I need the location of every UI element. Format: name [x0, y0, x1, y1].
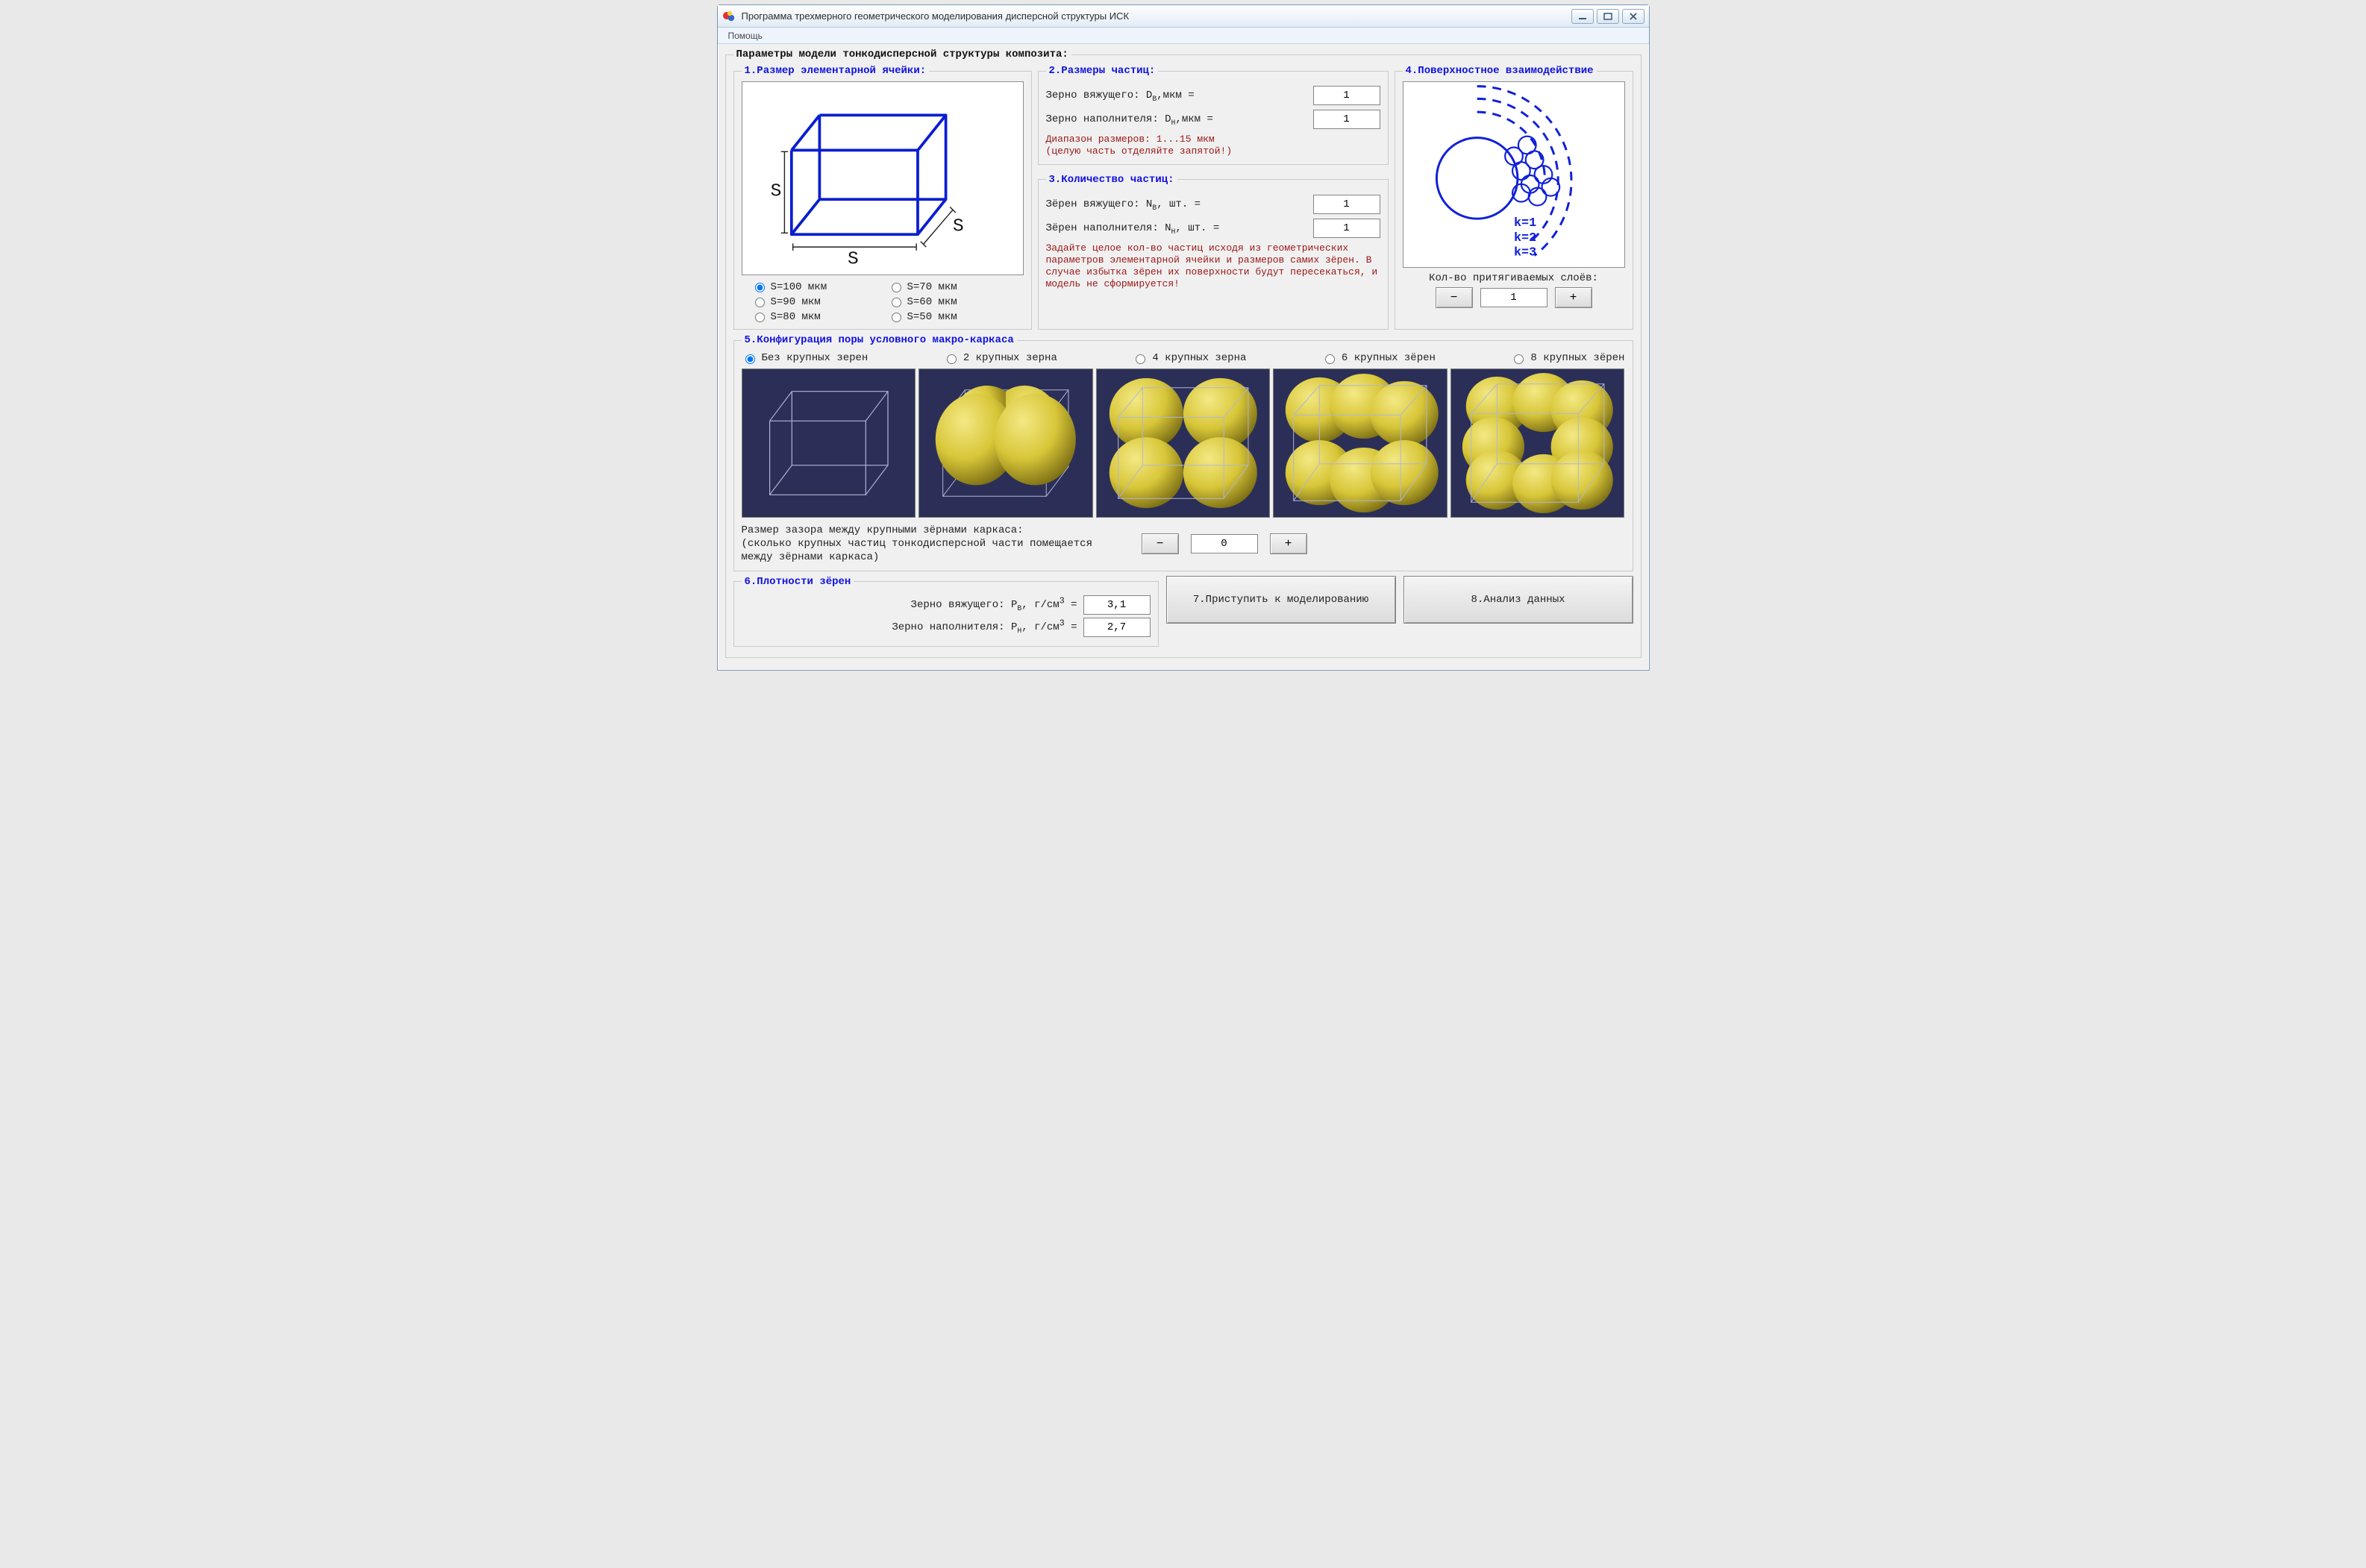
binder-count-input[interactable]: [1313, 195, 1380, 214]
gap-label: Размер зазора между крупными зёрнами кар…: [742, 524, 1130, 565]
gap-input[interactable]: [1191, 534, 1258, 553]
maximize-button[interactable]: [1597, 9, 1619, 24]
main-legend: Параметры модели тонкодисперсной структу…: [733, 48, 1071, 60]
radio-s50-label: S=50 мкм: [907, 311, 957, 323]
pore-thumb-6: [1273, 369, 1448, 518]
density-legend: 6.Плотности зёрен: [742, 576, 854, 588]
cfg-opt-0-label: Без крупных зерен: [762, 352, 869, 364]
pore-thumb-4: [1096, 369, 1271, 518]
pore-config-group: 5.Конфигурация поры условного макро-карк…: [733, 334, 1633, 571]
binder-density-label: Зерно вяжущего: PB, г/см3 =: [742, 599, 1077, 611]
binder-count-label: Зёрен вяжущего: NB, шт. =: [1046, 198, 1306, 210]
radio-s60-label: S=60 мкм: [907, 296, 957, 308]
radio-s100[interactable]: S=100 мкм: [755, 281, 874, 293]
layers-count-label: Кол-во притягиваемых слоёв:: [1403, 272, 1625, 284]
radio-s100-label: S=100 мкм: [771, 281, 827, 293]
close-button[interactable]: [1622, 9, 1644, 24]
svg-text:S: S: [770, 182, 781, 202]
gap-plus-button[interactable]: +: [1270, 533, 1307, 554]
cfg-opt-2[interactable]: 2 крупных зерна: [943, 352, 1057, 364]
filler-count-input[interactable]: [1313, 219, 1380, 238]
titlebar: Программа трехмерного геометрического мо…: [718, 5, 1649, 28]
cfg-opt-6[interactable]: 6 крупных зёрен: [1321, 352, 1436, 364]
menu-help[interactable]: Помощь: [722, 29, 769, 43]
start-modeling-button[interactable]: 7.Приступить к моделированию: [1166, 576, 1396, 624]
analyze-data-button[interactable]: 8.Анализ данных: [1403, 576, 1633, 624]
minimize-button[interactable]: [1571, 9, 1594, 24]
window-title: Программа трехмерного геометрического мо…: [742, 10, 1565, 22]
filler-density-label: Зерно наполнителя: PH, г/см3 =: [742, 621, 1077, 633]
radio-s80[interactable]: S=80 мкм: [755, 311, 874, 323]
radio-s60[interactable]: S=60 мкм: [892, 296, 1010, 308]
particle-size-legend: 2.Размеры частиц:: [1046, 65, 1159, 77]
cfg-opt-4[interactable]: 4 крупных зерна: [1132, 352, 1246, 364]
density-group: 6.Плотности зёрен Зерно вяжущего: PB, г/…: [733, 576, 1159, 647]
svg-text:k=3: k=3: [1514, 246, 1536, 260]
pore-thumb-0: [742, 369, 916, 518]
cfg-opt-4-label: 4 крупных зерна: [1152, 352, 1246, 364]
svg-text:S: S: [953, 217, 964, 237]
window-controls: [1571, 9, 1644, 24]
cfg-opt-8[interactable]: 8 крупных зёрен: [1510, 352, 1624, 364]
cfg-opt-8-label: 8 крупных зёрен: [1530, 352, 1624, 364]
svg-text:k=2: k=2: [1514, 231, 1536, 245]
menu-bar: Помощь: [718, 28, 1649, 44]
binder-size-input[interactable]: [1313, 86, 1380, 105]
pore-config-legend: 5.Конфигурация поры условного макро-карк…: [742, 334, 1017, 346]
layers-plus-button[interactable]: +: [1555, 287, 1592, 308]
gap-minus-button[interactable]: −: [1142, 533, 1179, 554]
cfg-opt-0[interactable]: Без крупных зерен: [742, 352, 869, 364]
cell-size-options: S=100 мкм S=70 мкм S=90 мкм S=60 мкм S=8…: [742, 281, 1024, 323]
svg-text:k=1: k=1: [1514, 216, 1536, 231]
pore-thumbnails: [742, 369, 1625, 518]
layers-illustration: k=1 k=2 k=3: [1403, 81, 1625, 268]
layers-minus-button[interactable]: −: [1436, 287, 1473, 308]
surface-interaction-legend: 4.Поверхностное взаимодействие: [1403, 65, 1597, 77]
filler-density-input[interactable]: [1083, 618, 1151, 637]
app-icon: [722, 10, 736, 23]
pore-thumb-8: [1450, 369, 1625, 518]
particle-count-note: Задайте целое кол-во частиц исходя из ге…: [1046, 242, 1380, 291]
radio-s90[interactable]: S=90 мкм: [755, 296, 874, 308]
cell-size-group: 1.Размер элементарной ячейки:: [733, 65, 1032, 330]
radio-s70[interactable]: S=70 мкм: [892, 281, 1010, 293]
main-params-group: Параметры модели тонкодисперсной структу…: [725, 48, 1642, 658]
binder-size-label: Зерно вяжущего: DB,мкм =: [1046, 90, 1306, 101]
filler-size-input[interactable]: [1313, 110, 1380, 129]
cfg-opt-2-label: 2 крупных зерна: [963, 352, 1057, 364]
particle-count-group: 3.Количество частиц: Зёрен вяжущего: NB,…: [1038, 174, 1389, 330]
layers-count-input[interactable]: [1480, 288, 1547, 307]
filler-count-label: Зёрен наполнителя: NH, шт. =: [1046, 222, 1306, 234]
cell-size-legend: 1.Размер элементарной ячейки:: [742, 65, 930, 77]
radio-s50[interactable]: S=50 мкм: [892, 311, 1010, 323]
surface-interaction-group: 4.Поверхностное взаимодействие: [1395, 65, 1633, 330]
radio-s80-label: S=80 мкм: [771, 311, 821, 323]
particle-count-legend: 3.Количество частиц:: [1046, 174, 1177, 186]
filler-size-label: Зерно наполнителя: DH,мкм =: [1046, 113, 1306, 125]
app-window: Программа трехмерного геометрического мо…: [717, 4, 1650, 671]
particle-size-group: 2.Размеры частиц: Зерно вяжущего: DB,мкм…: [1038, 65, 1389, 165]
cfg-opt-6-label: 6 крупных зёрен: [1342, 352, 1436, 364]
binder-density-input[interactable]: [1083, 595, 1151, 615]
pore-thumb-2: [918, 369, 1093, 518]
particle-size-note: Диапазон размеров: 1...15 мкм (целую час…: [1046, 134, 1380, 158]
radio-s70-label: S=70 мкм: [907, 281, 957, 293]
svg-text:S: S: [848, 250, 859, 270]
radio-s90-label: S=90 мкм: [771, 296, 821, 308]
cell-cube-illustration: S S S: [742, 81, 1024, 275]
